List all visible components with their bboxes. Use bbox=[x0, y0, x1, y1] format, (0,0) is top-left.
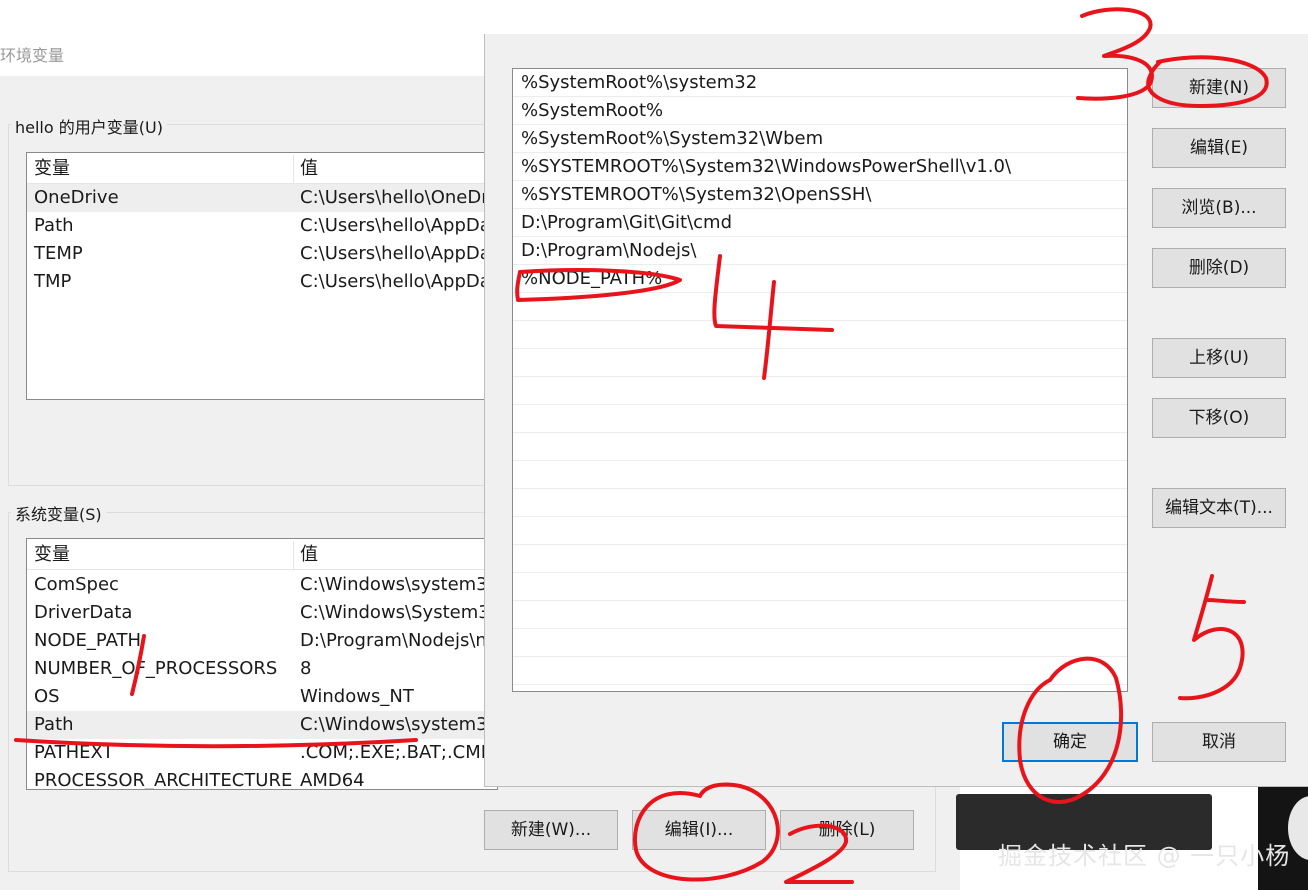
variable-value: C:\Windows\System3 bbox=[300, 602, 490, 623]
variable-value: Windows_NT bbox=[300, 686, 414, 707]
edit-path-button[interactable]: 编辑(E) bbox=[1152, 128, 1286, 168]
variable-name: NODE_PATH bbox=[34, 630, 142, 651]
empty-list-row bbox=[513, 321, 1127, 349]
system-variables-label: 系统变量(S) bbox=[11, 501, 106, 525]
user-variables-list[interactable]: 变量 值 OneDrive C:\Users\hello\OneDr Path … bbox=[26, 152, 498, 400]
list-item[interactable]: %SYSTEMROOT%\System32\OpenSSH\ bbox=[513, 181, 1127, 209]
variable-value: C:\Users\hello\AppDa bbox=[300, 215, 491, 236]
list-item[interactable]: %SystemRoot%\System32\Wbem bbox=[513, 125, 1127, 153]
table-row[interactable]: OS Windows_NT bbox=[27, 683, 497, 711]
new-path-button[interactable]: 新建(N) bbox=[1152, 68, 1286, 108]
table-row[interactable]: ComSpec C:\Windows\system32 bbox=[27, 571, 497, 599]
variable-value: C:\Windows\system32 bbox=[300, 714, 498, 735]
list-header: 变量 值 bbox=[27, 155, 497, 184]
variable-value: C:\Users\hello\AppDa bbox=[300, 243, 491, 264]
empty-list-row bbox=[513, 349, 1127, 377]
variable-name: Path bbox=[34, 714, 74, 735]
variable-value: C:\Windows\system32 bbox=[300, 574, 498, 595]
path-entries-list[interactable]: %SystemRoot%\system32 %SystemRoot% %Syst… bbox=[512, 68, 1128, 692]
variable-name: PATHEXT bbox=[34, 742, 114, 763]
list-header: 变量 值 bbox=[27, 541, 497, 570]
variable-name: DriverData bbox=[34, 602, 133, 623]
list-item[interactable]: D:\Program\Nodejs\ bbox=[513, 237, 1127, 265]
delete-path-button[interactable]: 删除(D) bbox=[1152, 248, 1286, 288]
list-item[interactable]: %NODE_PATH% bbox=[513, 265, 1127, 293]
empty-list-row bbox=[513, 573, 1127, 601]
table-row[interactable]: Path C:\Windows\system32 bbox=[27, 711, 497, 739]
empty-list-row bbox=[513, 293, 1127, 321]
ok-button[interactable]: 确定 bbox=[1002, 722, 1138, 762]
list-item[interactable]: %SYSTEMROOT%\System32\WindowsPowerShell\… bbox=[513, 153, 1127, 181]
variable-name: NUMBER_OF_PROCESSORS bbox=[34, 658, 278, 679]
variable-name: ComSpec bbox=[34, 574, 119, 595]
empty-list-row bbox=[513, 657, 1127, 685]
variable-value: D:\Program\Nodejs\n bbox=[300, 630, 487, 651]
empty-list-row bbox=[513, 517, 1127, 545]
column-header-value[interactable]: 值 bbox=[300, 541, 318, 569]
list-item[interactable]: %SystemRoot% bbox=[513, 97, 1127, 125]
variable-name: TEMP bbox=[34, 243, 83, 264]
watermark-text: 掘金技术社区 @ 一只小杨 bbox=[998, 842, 1291, 870]
variable-value: C:\Users\hello\AppDa bbox=[300, 271, 491, 292]
table-row[interactable]: PATHEXT .COM;.EXE;.BAT;.CMD bbox=[27, 739, 497, 767]
variable-value: AMD64 bbox=[300, 770, 365, 790]
system-variables-list[interactable]: 变量 值 ComSpec C:\Windows\system32 DriverD… bbox=[26, 538, 498, 790]
system-delete-button[interactable]: 删除(L) bbox=[780, 810, 914, 850]
system-edit-button[interactable]: 编辑(I)... bbox=[632, 810, 766, 850]
variable-name: PROCESSOR_ARCHITECTURE bbox=[34, 770, 293, 790]
window-title: 环境变量 bbox=[0, 46, 65, 65]
table-row[interactable]: NUMBER_OF_PROCESSORS 8 bbox=[27, 655, 497, 683]
browse-button[interactable]: 浏览(B)... bbox=[1152, 188, 1286, 228]
move-down-button[interactable]: 下移(O) bbox=[1152, 398, 1286, 438]
variable-value: 8 bbox=[300, 658, 312, 679]
list-item[interactable]: D:\Program\Git\Git\cmd bbox=[513, 209, 1127, 237]
empty-list-row bbox=[513, 629, 1127, 657]
empty-list-row bbox=[513, 545, 1127, 573]
variable-value: .COM;.EXE;.BAT;.CMD bbox=[300, 742, 495, 763]
list-item[interactable]: %SystemRoot%\system32 bbox=[513, 69, 1127, 97]
cancel-button[interactable]: 取消 bbox=[1152, 722, 1286, 762]
variable-name: OS bbox=[34, 686, 60, 707]
table-row[interactable]: PROCESSOR_ARCHITECTURE AMD64 bbox=[27, 767, 497, 790]
empty-list-row bbox=[513, 377, 1127, 405]
variable-value: C:\Users\hello\OneDr bbox=[300, 187, 489, 208]
empty-list-row bbox=[513, 489, 1127, 517]
table-row[interactable]: DriverData C:\Windows\System3 bbox=[27, 599, 497, 627]
variable-name: OneDrive bbox=[34, 187, 119, 208]
move-up-button[interactable]: 上移(U) bbox=[1152, 338, 1286, 378]
column-header-value[interactable]: 值 bbox=[300, 155, 318, 183]
table-row[interactable]: NODE_PATH D:\Program\Nodejs\n bbox=[27, 627, 497, 655]
table-row[interactable]: Path C:\Users\hello\AppDa bbox=[27, 212, 497, 240]
table-row[interactable]: OneDrive C:\Users\hello\OneDr bbox=[27, 184, 497, 212]
system-new-button[interactable]: 新建(W)... bbox=[484, 810, 618, 850]
empty-list-row bbox=[513, 433, 1127, 461]
column-header-variable[interactable]: 变量 bbox=[34, 155, 70, 183]
table-row[interactable]: TEMP C:\Users\hello\AppDa bbox=[27, 240, 497, 268]
empty-list-row bbox=[513, 461, 1127, 489]
empty-list-row bbox=[513, 405, 1127, 433]
variable-name: TMP bbox=[34, 271, 72, 292]
table-row[interactable]: TMP C:\Users\hello\AppDa bbox=[27, 268, 497, 296]
column-header-variable[interactable]: 变量 bbox=[34, 541, 70, 569]
variable-name: Path bbox=[34, 215, 74, 236]
edit-text-button[interactable]: 编辑文本(T)... bbox=[1152, 488, 1286, 528]
empty-list-row bbox=[513, 601, 1127, 629]
user-variables-label: hello 的用户变量(U) bbox=[11, 114, 167, 138]
